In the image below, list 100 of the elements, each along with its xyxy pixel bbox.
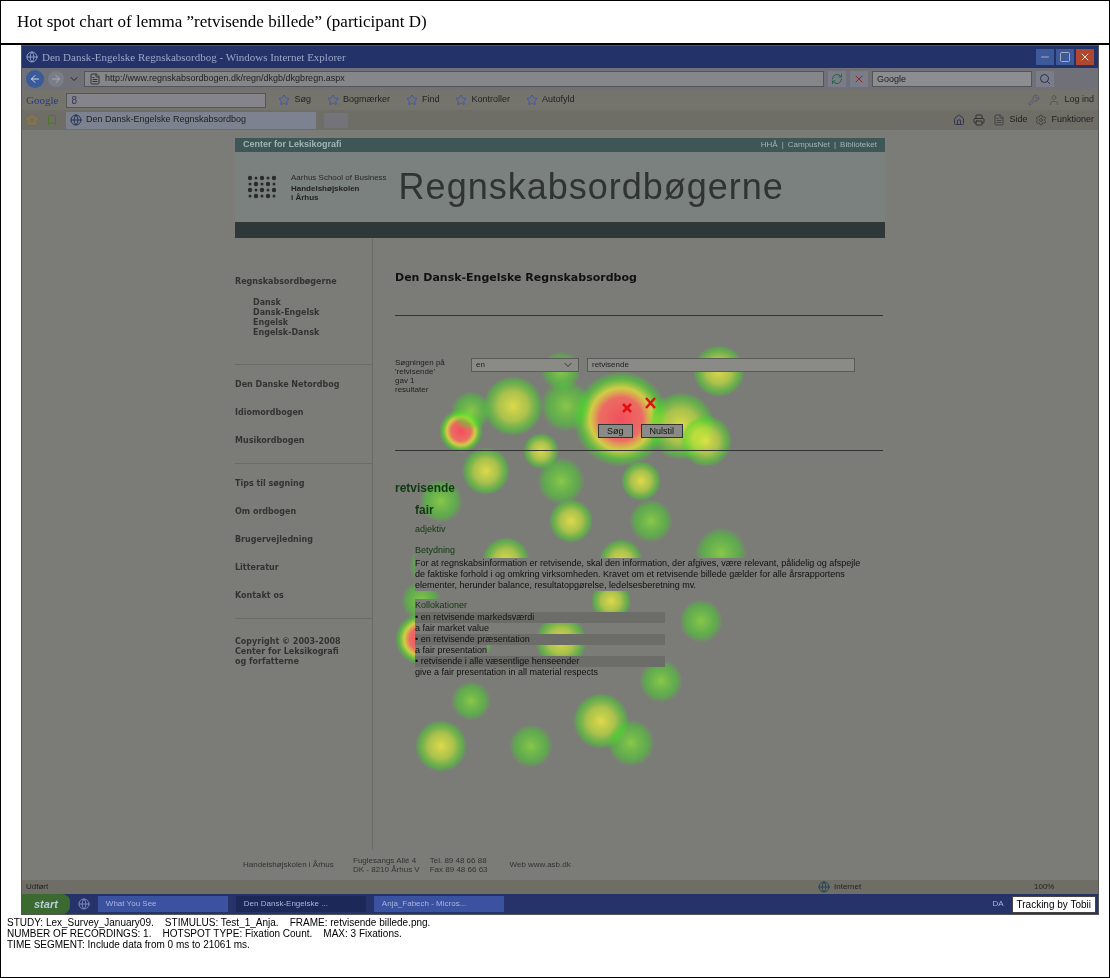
sidebar-sublink[interactable]: Engelsk-Dansk [253, 328, 372, 338]
wrench-icon[interactable] [1028, 94, 1041, 106]
cross-icon [644, 396, 657, 410]
headword: retvisende [395, 479, 457, 497]
forward-button[interactable] [48, 71, 64, 87]
collocation-translation: a fair presentation [415, 645, 488, 656]
gear-icon [1035, 114, 1048, 126]
language-select[interactable]: en [471, 357, 579, 372]
link-separator: | [834, 139, 837, 151]
page-icon [993, 114, 1006, 126]
logo-icon [247, 175, 279, 199]
hotspot [639, 659, 683, 703]
search-field[interactable]: Google [872, 71, 1032, 87]
globe-icon [818, 881, 830, 893]
back-button[interactable] [26, 70, 44, 88]
close-icon [853, 73, 865, 85]
browser-icon [26, 51, 38, 63]
toolbar-button[interactable]: Autofyld [521, 93, 579, 107]
section-label: Kollokationer [415, 598, 468, 612]
collocation: • en retvisende præsentation [415, 634, 665, 645]
star-icon [525, 94, 538, 106]
favorites-icon[interactable] [26, 114, 38, 126]
dictionary-title: Den Dansk-Engelske Regnskabsordbog [395, 270, 638, 286]
maximize-icon [1059, 51, 1071, 63]
footer-phone: Fax 89 48 66 63 [429, 865, 488, 874]
hotspot [509, 724, 553, 768]
toolbar-button[interactable]: Find [401, 93, 444, 107]
stop-button[interactable] [850, 71, 868, 87]
sidebar-link[interactable]: Idiomordbogen [235, 407, 372, 419]
toolbar-button[interactable]: Kontroller [451, 93, 514, 107]
sidebar-link[interactable]: Den Danske Netordbog [235, 379, 372, 391]
result-text: gav 1 [395, 375, 415, 385]
bookmark-icon[interactable] [46, 114, 58, 126]
login-button[interactable]: Log ind [1048, 93, 1094, 107]
maximize-button[interactable] [1056, 49, 1074, 65]
result-text: 'retvisende' [395, 366, 436, 376]
globe-icon [70, 114, 82, 126]
sidebar-sublink[interactable]: Dansk-Engelsk [253, 308, 372, 318]
hotspot [549, 499, 593, 543]
command-button[interactable]: Funktioner [1035, 113, 1094, 127]
hotspot [607, 719, 655, 767]
refresh-icon [831, 73, 843, 85]
cross-icon [621, 402, 633, 414]
sidebar-link[interactable]: Om ordbogen [235, 506, 372, 518]
copyright-text: Copyright © 2003-2008 [235, 637, 342, 647]
search-icon [1039, 73, 1051, 85]
header-link[interactable]: Biblioteket [840, 139, 877, 151]
sidebar-link[interactable]: Litteratur [235, 562, 372, 574]
command-button[interactable]: Side [993, 113, 1028, 127]
search-button[interactable] [1036, 71, 1054, 87]
close-icon [1079, 51, 1091, 63]
close-button[interactable] [1076, 49, 1094, 65]
star-icon [455, 94, 468, 106]
site-name: Center for Leksikografi [243, 138, 342, 152]
info-line: NUMBER OF RECORDINGS: 1. HOTSPOT TYPE: Fixation Count. MAX: 3 Fixations. [7, 928, 402, 939]
taskbar-button[interactable]: What You See [97, 896, 228, 912]
taskbar-button[interactable]: Anja_Fabech - Micros... [373, 896, 504, 912]
sidebar-link[interactable]: Regnskabsordbøgerne [235, 276, 372, 288]
query-field[interactable]: retvisende [587, 357, 855, 372]
copyright-text: Center for Leksikografi [235, 647, 340, 657]
status-text: Udført [26, 881, 49, 893]
sidebar-link[interactable]: Brugervejledning [235, 534, 372, 546]
banner-title: Regnskabsordbøgerne [398, 165, 784, 209]
sidebar-sublink[interactable]: Engelsk [253, 318, 372, 328]
sidebar-sublink[interactable]: Dansk [253, 298, 372, 308]
taskbar-button[interactable]: Den Dansk-Engelske ... [235, 896, 366, 912]
collocation: • en retvisende markedsværdi [415, 612, 665, 623]
hotspot [693, 345, 745, 397]
sidebar-link[interactable]: Tips til søgning [235, 478, 372, 490]
printer-icon[interactable] [973, 114, 986, 126]
toolbar-button[interactable]: Bogmærker [322, 93, 394, 107]
refresh-button[interactable] [828, 71, 846, 87]
address-field[interactable]: http://www.regnskabsordbogen.dk/regn/dkgb/dkgbregn.aspx [84, 71, 824, 87]
toolbar-button[interactable]: Søg [274, 93, 315, 107]
tray-language: DA [992, 898, 1004, 910]
sidebar-link[interactable]: Musikordbogen [235, 435, 372, 447]
home-icon[interactable] [953, 114, 966, 126]
figure-caption: Hot spot chart of lemma ”retvisende billede” (participant D) [17, 11, 427, 34]
browser-icon[interactable] [77, 898, 90, 910]
page-icon [89, 73, 101, 85]
hotspot [680, 415, 732, 467]
google-search-field[interactable]: 8 [66, 92, 267, 108]
start-button[interactable]: start [22, 894, 70, 914]
star-icon [405, 94, 418, 106]
sidebar-link[interactable]: Kontakt os [235, 590, 372, 602]
school-name: i Århus [291, 193, 320, 202]
link-separator: | [781, 139, 784, 151]
browser-tab[interactable]: Den Dansk-Engelske Regnskabsordbog [66, 111, 316, 129]
header-link[interactable]: CampusNet [787, 139, 830, 151]
minimize-button[interactable] [1036, 49, 1054, 65]
result-text: Søgningen på [395, 357, 446, 367]
school-name: Handelshøjskolen [291, 184, 361, 193]
collocation: • retvisende i alle væsentlige henseender [415, 656, 665, 667]
hotspot [415, 720, 467, 772]
tracking-label: Tracking by Tobii [1011, 895, 1096, 913]
section-label: Betydning [415, 544, 456, 558]
zoom-level: 100% [1034, 881, 1056, 893]
copyright-text: og forfatterne [235, 657, 300, 667]
result-text: resultater [395, 384, 430, 394]
header-link[interactable]: HHÅ [760, 139, 778, 151]
